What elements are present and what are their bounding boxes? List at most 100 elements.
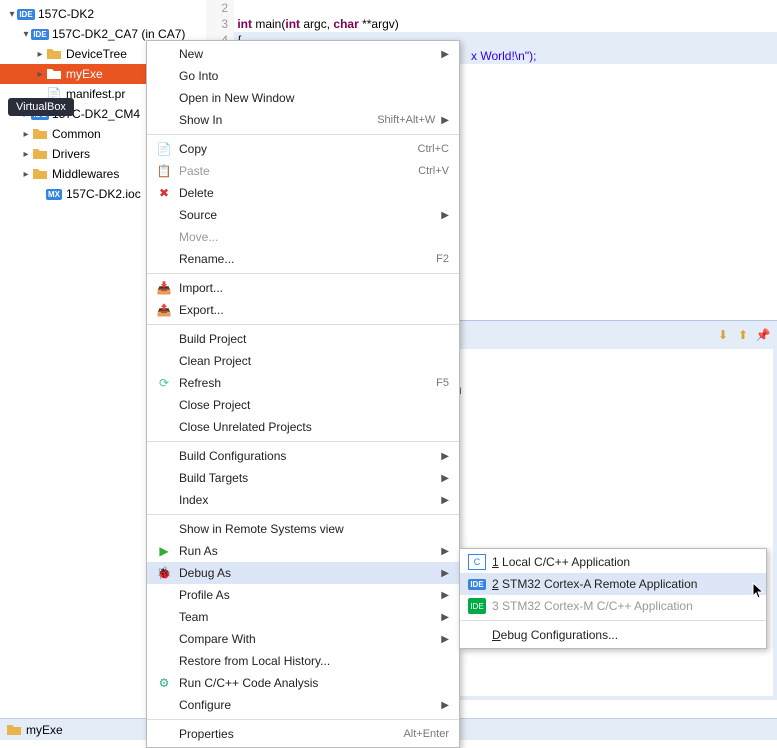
submenu-arrow-icon: ▶ [441,115,449,126]
delete-icon: ✖ [155,185,173,201]
tree-label: myExe [66,67,103,81]
executable-icon [46,66,62,82]
paste-icon: 📋 [155,163,173,179]
c-app-icon: C [468,554,486,570]
refresh-icon: ⟳ [155,375,173,391]
tree-label: 157C-DK2_CA7 (in CA7) [52,27,185,41]
tree-label: manifest.pr [66,87,125,101]
folder-icon [32,166,48,182]
submenu-arrow-icon: ▶ [441,495,449,506]
mx-icon: MX [46,186,62,202]
submenu-arrow-icon: ▶ [441,473,449,484]
collapse-arrow-icon[interactable]: ▸ [20,129,32,140]
menu-team[interactable]: Team▶ [147,606,459,628]
menu-debug-as[interactable]: 🐞Debug As▶ [147,562,459,584]
menu-build-config[interactable]: Build Configurations▶ [147,445,459,467]
submenu-cortex-a-remote[interactable]: IDE 2 STM32 Cortex-A Remote Application [460,573,766,595]
menu-run-as[interactable]: ▶Run As▶ [147,540,459,562]
menu-configure[interactable]: Configure▶ [147,694,459,716]
submenu-arrow-icon: ▶ [441,590,449,601]
tree-label: Drivers [52,147,90,161]
menu-delete[interactable]: ✖Delete [147,182,459,204]
tooltip-virtualbox: VirtualBox [8,98,74,116]
expand-arrow-icon[interactable]: ▾ [20,29,32,40]
menu-separator [147,134,459,135]
menu-move: Move... [147,226,459,248]
menu-separator [460,620,766,621]
collapse-arrow-icon[interactable]: ▸ [34,69,46,80]
menu-build-targets[interactable]: Build Targets▶ [147,467,459,489]
menu-run-analysis[interactable]: ⚙Run C/C++ Code Analysis [147,672,459,694]
import-icon: 📥 [155,280,173,296]
tree-item[interactable]: ▾ IDE 157C-DK2 [0,4,200,24]
menu-properties[interactable]: PropertiesAlt+Enter [147,723,459,745]
debug-as-submenu: C 1 Local C/C++ Application IDE 2 STM32 … [459,548,767,649]
menu-separator [147,441,459,442]
menu-rename[interactable]: Rename...F2 [147,248,459,270]
menu-go-into[interactable]: Go Into [147,65,459,87]
menu-restore-history[interactable]: Restore from Local History... [147,650,459,672]
tree-label: 157C-DK2.ioc [66,187,141,201]
submenu-arrow-icon: ▶ [441,568,449,579]
menu-separator [147,719,459,720]
menu-profile-as[interactable]: Profile As▶ [147,584,459,606]
menu-import[interactable]: 📥Import... [147,277,459,299]
menu-new[interactable]: New▶ [147,43,459,65]
run-icon: ▶ [155,543,173,559]
submenu-local-app[interactable]: C 1 Local C/C++ Application [460,551,766,573]
menu-export[interactable]: 📤Export... [147,299,459,321]
folder-icon [32,126,48,142]
debug-icon: 🐞 [155,565,173,581]
submenu-arrow-icon: ▶ [441,700,449,711]
submenu-debug-config[interactable]: Debug Configurations... [460,624,766,646]
menu-index[interactable]: Index▶ [147,489,459,511]
keyword: int [237,17,252,31]
collapse-arrow-icon[interactable]: ▸ [34,49,46,60]
menu-separator [147,514,459,515]
submenu-arrow-icon: ▶ [441,612,449,623]
menu-refresh[interactable]: ⟳RefreshF5 [147,372,459,394]
collapse-arrow-icon[interactable]: ▸ [20,149,32,160]
ide-icon: IDE [32,26,48,42]
menu-show-in[interactable]: Show InShift+Alt+W▶ [147,109,459,131]
menu-source[interactable]: Source▶ [147,204,459,226]
line-number: 3 [206,16,234,32]
folder-icon [46,46,62,62]
menu-paste: 📋PasteCtrl+V [147,160,459,182]
menu-show-remote[interactable]: Show in Remote Systems view [147,518,459,540]
copy-icon: 📄 [155,141,173,157]
submenu-arrow-icon: ▶ [441,210,449,221]
menu-close-unrelated[interactable]: Close Unrelated Projects [147,416,459,438]
context-menu: New▶ Go Into Open in New Window Show InS… [146,40,460,748]
folder-icon [6,722,22,738]
submenu-arrow-icon: ▶ [441,451,449,462]
arrow-up-icon[interactable]: ⬆ [735,327,751,343]
pin-icon[interactable]: 📌 [755,327,771,343]
tree-label: 157C-DK2 [38,7,94,21]
collapse-arrow-icon[interactable]: ▸ [20,169,32,180]
submenu-arrow-icon: ▶ [441,49,449,60]
ide-icon: IDE [468,576,486,592]
menu-close-project[interactable]: Close Project [147,394,459,416]
submenu-arrow-icon: ▶ [441,546,449,557]
menu-clean-project[interactable]: Clean Project [147,350,459,372]
expand-arrow-icon[interactable]: ▾ [6,9,18,20]
submenu-arrow-icon: ▶ [441,634,449,645]
ide-dark-icon: IDE [468,598,486,614]
menu-separator [147,324,459,325]
export-icon: 📤 [155,302,173,318]
tree-label: DeviceTree [66,47,127,61]
tree-label: Middlewares [52,167,119,181]
folder-icon [32,146,48,162]
menu-copy[interactable]: 📄CopyCtrl+C [147,138,459,160]
ide-icon: IDE [18,6,34,22]
arrow-down-icon[interactable]: ⬇ [715,327,731,343]
tree-label: Common [52,127,101,141]
gear-icon: ⚙ [155,675,173,691]
line-number: 2 [206,0,234,16]
submenu-cortex-m-app: IDE 3 STM32 Cortex-M C/C++ Application [460,595,766,617]
status-label: myExe [26,723,63,737]
menu-build-project[interactable]: Build Project [147,328,459,350]
menu-compare-with[interactable]: Compare With▶ [147,628,459,650]
menu-open-new-window[interactable]: Open in New Window [147,87,459,109]
